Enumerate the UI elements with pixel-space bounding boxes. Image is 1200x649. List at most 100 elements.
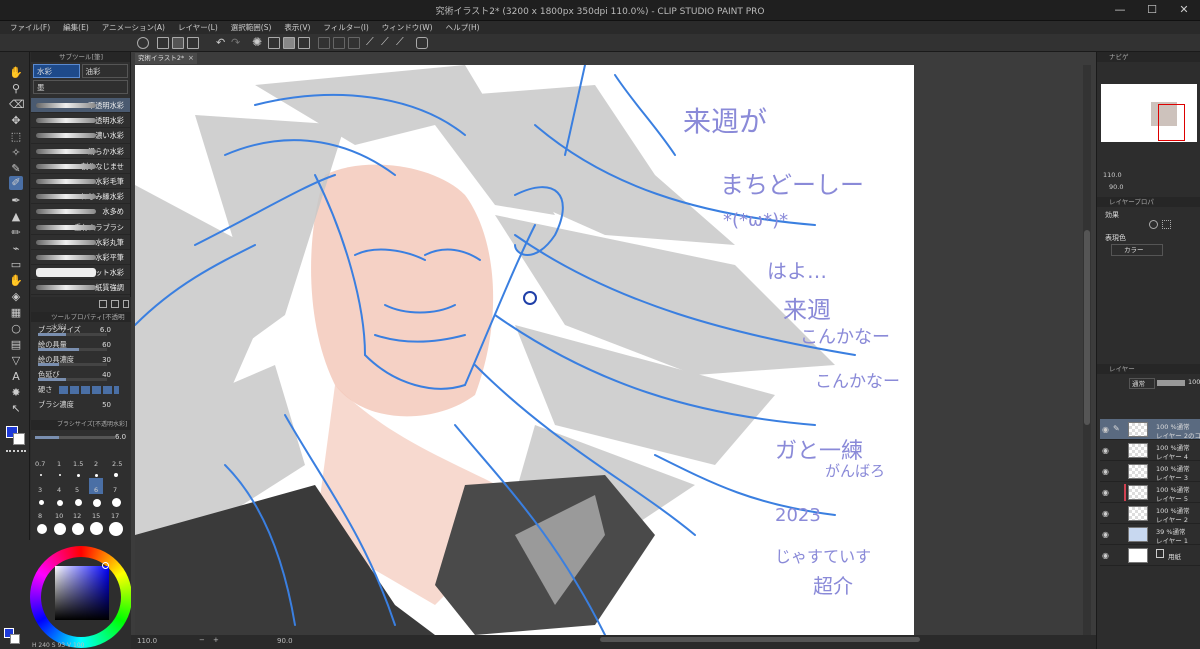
pencil-icon[interactable]: ✏ <box>9 226 23 240</box>
eye-icon[interactable]: ◉ <box>1102 425 1111 434</box>
redo-icon[interactable]: ↷ <box>231 36 240 49</box>
list-item[interactable]: ウェット水彩 <box>31 265 130 281</box>
size-preset-label[interactable]: 4 <box>57 486 61 494</box>
zoom-icon[interactable]: ⚲ <box>9 82 23 96</box>
eyedropper-icon[interactable]: ✎ <box>9 162 23 176</box>
paint-density-property[interactable]: 絵の具濃度 30 <box>31 352 131 367</box>
eye-icon[interactable]: ◉ <box>1102 446 1111 455</box>
crop-icon[interactable] <box>298 37 310 49</box>
eye-icon[interactable]: ◉ <box>1102 530 1111 539</box>
list-item[interactable]: にじみ縁水彩 <box>31 189 130 205</box>
sub-color-swatch[interactable] <box>13 433 25 445</box>
list-item[interactable]: 水彩毛筆 <box>31 174 130 190</box>
tab-ink[interactable]: 墨 <box>33 80 128 94</box>
ruler-icon[interactable]: ▽ <box>9 354 23 368</box>
navigator-angle[interactable]: 90.0 <box>1109 183 1123 191</box>
menu-edit[interactable]: 編集(E) <box>63 22 89 33</box>
eye-icon[interactable]: ◉ <box>1102 509 1111 518</box>
menu-help[interactable]: ヘルプ(H) <box>446 22 480 33</box>
vertical-scrollbar[interactable] <box>1083 65 1091 635</box>
border-effect-icon[interactable] <box>1149 220 1158 229</box>
brush-tool-icon[interactable]: ✐ <box>9 176 23 190</box>
eye-icon[interactable]: ◉ <box>1102 467 1111 476</box>
size-preset-label[interactable]: 1.5 <box>73 460 83 468</box>
move-icon[interactable]: ✥ <box>9 114 23 128</box>
fill-icon[interactable] <box>268 37 280 49</box>
layer-row[interactable]: ◉ 100 %通常 レイヤー 4 <box>1100 440 1200 461</box>
close-tab-icon[interactable]: × <box>188 54 194 62</box>
layer-row[interactable]: ◉ 39 %通常 レイヤー 1 <box>1100 524 1200 545</box>
transparent-color-icon[interactable] <box>6 450 26 455</box>
blend-icon[interactable]: ✋ <box>9 274 23 288</box>
drawing-canvas[interactable]: 来週が まちどーしー *(*ω*)* はよ… 来週 こんかなー こんかなー ガと… <box>135 65 914 635</box>
brush-size-property[interactable]: ブラシサイズ 6.0 <box>31 322 131 337</box>
size-preset-label[interactable]: 7 <box>113 486 117 494</box>
fill-bucket-icon[interactable]: ◈ <box>9 290 23 304</box>
expression-color-select[interactable]: カラー <box>1111 244 1163 256</box>
color-stretch-property[interactable]: 色延び 40 <box>31 367 131 382</box>
frame-icon[interactable]: ▤ <box>9 338 23 352</box>
menu-animation[interactable]: アニメーション(A) <box>102 22 165 33</box>
horizontal-scrollbar[interactable] <box>600 637 920 642</box>
hand-icon[interactable]: ✋ <box>9 66 23 80</box>
navigator-zoom[interactable]: 110.0 <box>1103 171 1122 179</box>
gradient-icon[interactable]: ▦ <box>9 306 23 320</box>
airbrush-icon[interactable]: ▲ <box>9 210 23 224</box>
eraser-icon[interactable]: ▭ <box>9 258 23 272</box>
correct-line-icon[interactable]: ↖ <box>9 402 23 416</box>
size-preset-label[interactable]: 17 <box>111 512 119 520</box>
size-preset-label[interactable]: 0.7 <box>35 460 45 468</box>
saturation-value-square[interactable] <box>55 566 109 620</box>
undo-icon[interactable]: ↶ <box>216 36 225 49</box>
pen-icon[interactable]: ✒ <box>9 194 23 208</box>
add-subtool-icon[interactable] <box>99 300 107 308</box>
layer-row[interactable]: ◉ 100 %通常 レイヤー 3 <box>1100 461 1200 482</box>
special-ruler-snap-icon[interactable]: ⟋ <box>381 35 389 49</box>
layer-opacity-value[interactable]: 100 <box>1188 378 1200 386</box>
open-folder-icon[interactable] <box>172 37 184 49</box>
size-preset-label[interactable]: 12 <box>73 512 81 520</box>
menu-file[interactable]: ファイル(F) <box>10 22 50 33</box>
companion-icon[interactable] <box>416 37 428 49</box>
list-item[interactable]: 水彩平筆 <box>31 250 130 266</box>
delete-subtool-icon[interactable] <box>123 300 129 308</box>
list-item[interactable]: 透明水彩 <box>31 113 130 129</box>
transform-icon[interactable] <box>283 37 295 49</box>
hardness-property[interactable]: 硬さ <box>31 382 131 397</box>
deselect-icon[interactable] <box>318 37 330 49</box>
brush-size-slider[interactable] <box>35 436 115 439</box>
color-picker-handle[interactable] <box>102 562 109 569</box>
blend-mode-select[interactable]: 通常 <box>1129 378 1155 389</box>
tab-oil-paint[interactable]: 油彩 <box>81 64 128 78</box>
menu-selection[interactable]: 選択範囲(S) <box>231 22 272 33</box>
sub-color-chip[interactable] <box>10 634 20 644</box>
angle-value[interactable]: 90.0 <box>277 637 293 645</box>
size-preset-label[interactable]: 1 <box>57 460 61 468</box>
size-preset-label[interactable]: 3 <box>38 486 42 494</box>
show-selection-icon[interactable] <box>348 37 360 49</box>
zoom-value[interactable]: 110.0 <box>137 637 157 645</box>
ruler-snap-icon[interactable]: ⟋ <box>366 35 374 49</box>
layer-row[interactable]: ◉ 用紙 <box>1100 545 1200 566</box>
maximize-button[interactable]: ☐ <box>1137 2 1167 18</box>
magic-wand-icon[interactable]: ✧ <box>9 146 23 160</box>
eye-icon[interactable]: ◉ <box>1102 551 1111 560</box>
layer-row[interactable]: ◉ ✎ 100 %通常 レイヤー 2のコ <box>1100 419 1200 440</box>
size-preset-label[interactable]: 10 <box>55 512 63 520</box>
menu-window[interactable]: ウィンドウ(W) <box>382 22 433 33</box>
size-preset-label[interactable]: 2.5 <box>112 460 122 468</box>
selection-icon[interactable]: ⬚ <box>9 130 23 144</box>
navigator-preview[interactable] <box>1101 84 1197 142</box>
zoom-in-icon[interactable]: + <box>213 636 219 644</box>
copy-subtool-icon[interactable] <box>111 300 119 308</box>
invert-selection-icon[interactable] <box>333 37 345 49</box>
minimize-button[interactable]: — <box>1105 2 1135 18</box>
list-item[interactable]: 割りなじませ <box>31 159 130 174</box>
figure-icon[interactable]: ○ <box>9 322 23 336</box>
new-file-icon[interactable] <box>157 37 169 49</box>
tone-effect-icon[interactable] <box>1162 220 1171 229</box>
size-preset-label[interactable]: 2 <box>94 460 98 468</box>
clip-studio-icon[interactable] <box>137 37 149 49</box>
layer-row[interactable]: ◉ 100 %通常 レイヤー 5 <box>1100 482 1200 503</box>
list-item[interactable]: 不透明水彩 <box>31 98 130 114</box>
